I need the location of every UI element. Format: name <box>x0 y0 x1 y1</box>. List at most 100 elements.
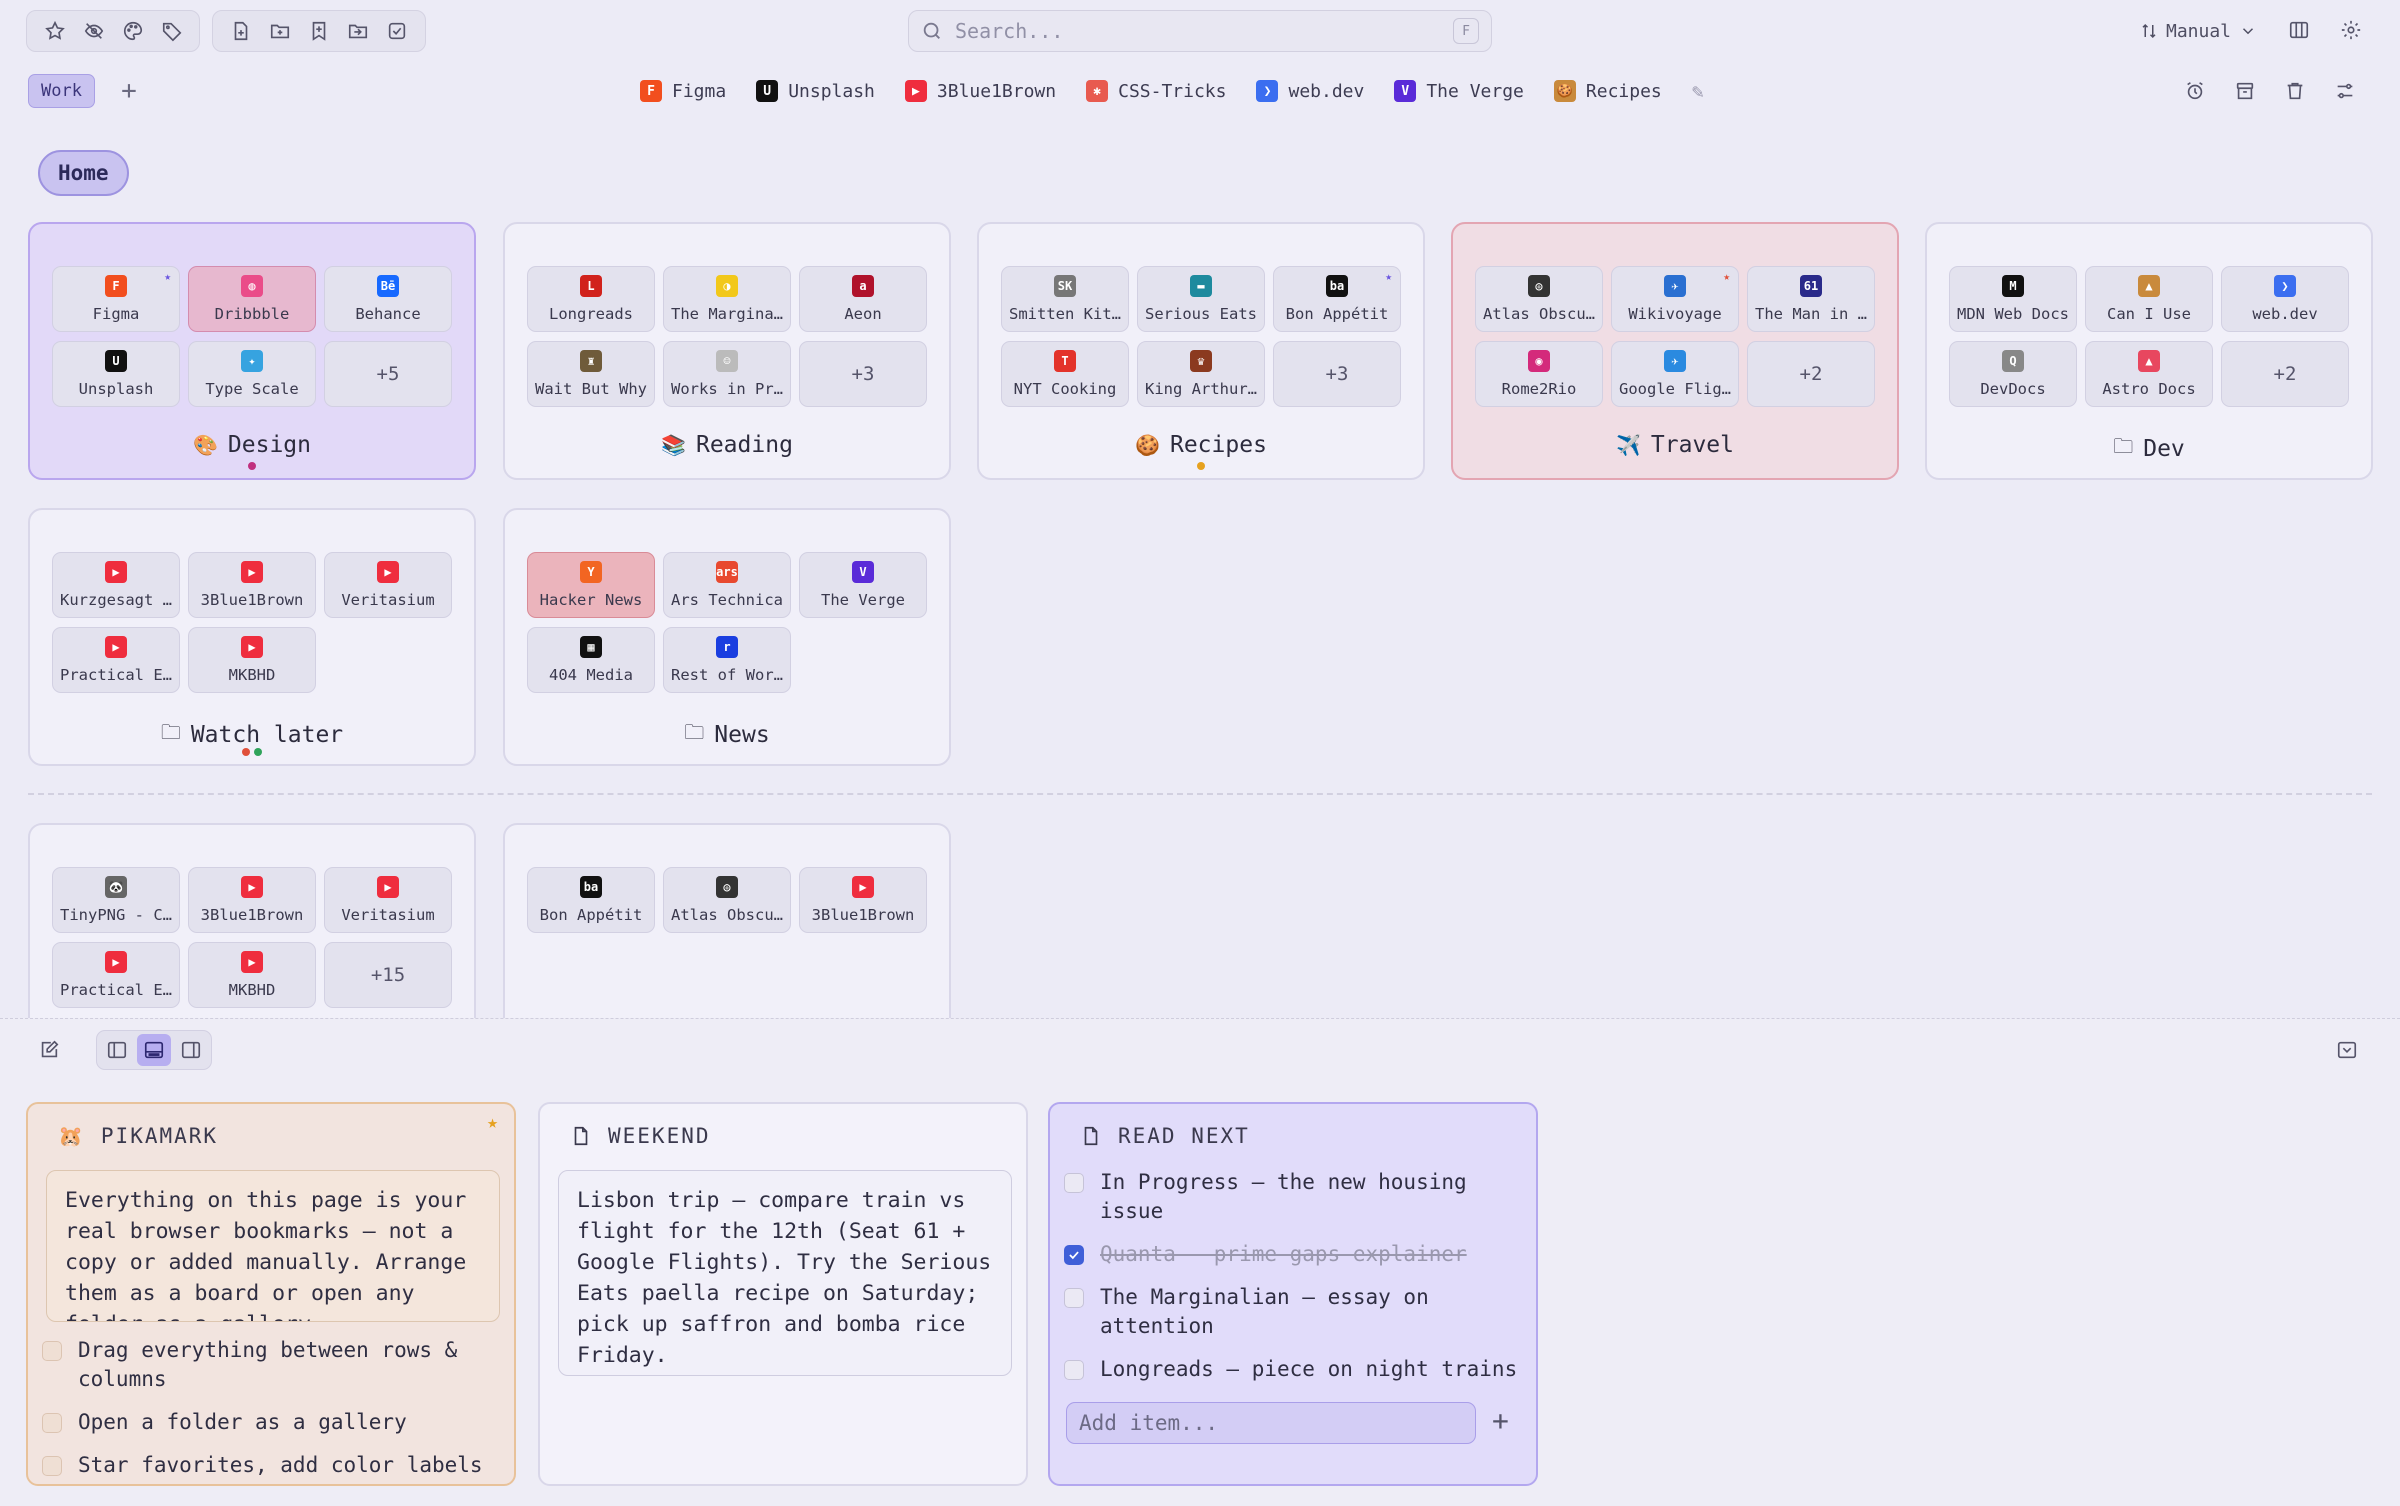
bookmark-tile[interactable]: r Rest of Wor… <box>663 627 791 693</box>
note-read-next[interactable]: READ NEXT In Progress — the new housing … <box>1048 1102 1538 1486</box>
bookmark-tile[interactable]: ▬ Serious Eats <box>1137 266 1265 332</box>
bookmark-tile[interactable]: SK Smitten Kit… <box>1001 266 1129 332</box>
bookmark-tile[interactable]: ▶ 3Blue1Brown <box>799 867 927 933</box>
bookmark-tile[interactable]: T NYT Cooking <box>1001 341 1129 407</box>
bookmark-add-icon[interactable] <box>301 13 336 49</box>
panel-bottom-icon[interactable] <box>137 1034 171 1066</box>
bookmark-tile[interactable]: ba Bon Appétit <box>527 867 655 933</box>
favorite-link[interactable]: F Figma <box>640 80 726 102</box>
bookmark-tile[interactable]: ▶ Veritasium <box>324 552 452 618</box>
bookmark-tile[interactable]: ❯ web.dev <box>2221 266 2349 332</box>
bookmark-tile[interactable]: ◎ Atlas Obscu… <box>663 867 791 933</box>
checkbox[interactable] <box>42 1413 62 1433</box>
bookmark-tile[interactable]: 61 The Man in … <box>1747 266 1875 332</box>
folder-card[interactable]: L Longreads ◑ The Margina… a Aeon ♜ Wait But Wh… <box>503 222 951 480</box>
checklist-item[interactable]: Star favorites, add color labels <box>42 1451 500 1480</box>
folder-card[interactable]: F Figma ★ ◍ Dribbble Bē Behance U Unsplash ✦ Type … <box>28 222 476 480</box>
new-folder-icon[interactable] <box>262 13 297 49</box>
more-bookmarks-tile[interactable]: +2 <box>2221 341 2349 407</box>
more-bookmarks-tile[interactable]: +15 <box>324 942 452 1008</box>
bookmark-tile[interactable]: ba Bon Appétit ★ <box>1273 266 1401 332</box>
checklist-item[interactable]: The Marginalian — essay on attention <box>1064 1283 1522 1341</box>
bookmark-tile[interactable]: ▶ Practical E… <box>52 942 180 1008</box>
folder-card[interactable]: 🐼 TinyPNG - C… ▶ 3Blue1Brown ▶ Veritasium ▶ Pra… <box>28 823 476 1033</box>
bookmark-tile[interactable]: V The Verge <box>799 552 927 618</box>
star-icon[interactable] <box>37 13 72 49</box>
checkbox[interactable] <box>1064 1245 1084 1265</box>
favorite-link[interactable]: V The Verge <box>1394 80 1524 102</box>
bookmark-tile[interactable]: 🐼 TinyPNG - C… <box>52 867 180 933</box>
bookmark-tile[interactable]: Bē Behance <box>324 266 452 332</box>
bookmark-tile[interactable]: Y Hacker News <box>527 552 655 618</box>
checkbox[interactable] <box>42 1341 62 1361</box>
sort-dropdown[interactable]: Manual <box>2140 14 2257 48</box>
more-bookmarks-tile[interactable]: +2 <box>1747 341 1875 407</box>
checklist-item[interactable]: Drag everything between rows & columns <box>42 1336 500 1394</box>
bookmark-tile[interactable]: ▶ MKBHD <box>188 627 316 693</box>
note-textarea[interactable]: Everything on this page is your real bro… <box>46 1170 500 1322</box>
bookmark-tile[interactable]: ✦ Type Scale <box>188 341 316 407</box>
checkbox[interactable] <box>42 1456 62 1476</box>
bookmark-tile[interactable]: ▶ Veritasium <box>324 867 452 933</box>
bookmark-tile[interactable]: ✈ Google Flig… <box>1611 341 1739 407</box>
more-bookmarks-tile[interactable]: +5 <box>324 341 452 407</box>
collapse-panel-icon[interactable] <box>2328 1032 2366 1068</box>
bookmark-tile[interactable]: U Unsplash <box>52 341 180 407</box>
add-item-button[interactable]: + <box>1492 1404 1509 1437</box>
checklist-item[interactable]: Longreads — piece on night trains <box>1064 1355 1522 1384</box>
bookmark-tile[interactable]: ✈ Wikivoyage ★ <box>1611 266 1739 332</box>
import-folder-icon[interactable] <box>341 13 376 49</box>
home-section-pill[interactable]: Home <box>38 150 129 196</box>
bookmark-tile[interactable]: ▲ Can I Use <box>2085 266 2213 332</box>
bookmark-tile[interactable]: Q DevDocs <box>1949 341 2077 407</box>
bookmark-tile[interactable]: ♛ King Arthur… <box>1137 341 1265 407</box>
bookmark-tile[interactable]: a Aeon <box>799 266 927 332</box>
note-pikamark[interactable]: 🐹 PIKAMARK ★ Everything on this page is … <box>26 1102 516 1486</box>
edit-pencil-icon[interactable]: ✎ <box>1692 79 1704 103</box>
add-item-input[interactable]: Add item... <box>1066 1402 1476 1444</box>
checkbox[interactable] <box>1064 1173 1084 1193</box>
checklist-item[interactable]: Open a folder as a gallery <box>42 1408 500 1437</box>
favorite-link[interactable]: U Unsplash <box>756 80 875 102</box>
bookmark-tile[interactable]: ▶ Kurzgesagt … <box>52 552 180 618</box>
bookmark-tile[interactable]: L Longreads <box>527 266 655 332</box>
checkbox[interactable] <box>1064 1360 1084 1380</box>
columns-layout-icon[interactable] <box>2280 12 2318 48</box>
bookmark-tile[interactable]: ▶ MKBHD <box>188 942 316 1008</box>
panel-left-icon[interactable] <box>100 1034 134 1066</box>
bookmark-tile[interactable]: ▶ 3Blue1Brown <box>188 867 316 933</box>
favorite-link[interactable]: ❯ web.dev <box>1256 80 1364 102</box>
panel-right-icon[interactable] <box>174 1034 208 1066</box>
bookmark-tile[interactable]: ◍ Dribbble <box>188 266 316 332</box>
add-workspace-button[interactable]: + <box>112 74 146 108</box>
bookmark-tile[interactable]: ♜ Wait But Why <box>527 341 655 407</box>
bookmark-tile[interactable]: ▲ Astro Docs <box>2085 341 2213 407</box>
checkbox[interactable] <box>1064 1288 1084 1308</box>
bookmark-tile[interactable]: ▦ 404 Media <box>527 627 655 693</box>
bookmark-tile[interactable]: M MDN Web Docs <box>1949 266 2077 332</box>
folder-card[interactable]: ▶ Kurzgesagt … ▶ 3Blue1Brown ▶ Veritasium ▶ Pra… <box>28 508 476 766</box>
alarm-icon[interactable] <box>2180 73 2210 109</box>
favorite-link[interactable]: ✱ CSS-Tricks <box>1086 80 1226 102</box>
bookmark-tile[interactable]: F Figma ★ <box>52 266 180 332</box>
bookmark-tile[interactable]: ▶ 3Blue1Brown <box>188 552 316 618</box>
workspace-tab-work[interactable]: Work <box>28 74 95 108</box>
folder-card[interactable]: M MDN Web Docs ▲ Can I Use ❯ web.dev Q DevDocs ▲… <box>1925 222 2373 480</box>
note-textarea[interactable]: Lisbon trip — compare train vs flight fo… <box>558 1170 1012 1376</box>
checklist-item[interactable]: Quanta — prime gaps explainer <box>1064 1240 1522 1269</box>
trash-icon[interactable] <box>2280 73 2310 109</box>
more-bookmarks-tile[interactable]: +3 <box>1273 341 1401 407</box>
bookmark-tile[interactable]: ▶ Practical E… <box>52 627 180 693</box>
archive-icon[interactable] <box>2230 73 2260 109</box>
bookmark-tile[interactable]: ◑ The Margina… <box>663 266 791 332</box>
palette-icon[interactable] <box>115 13 150 49</box>
bookmark-tile[interactable]: ars Ars Technica <box>663 552 791 618</box>
checklist-icon[interactable] <box>380 13 415 49</box>
search-input[interactable]: Search... F <box>908 10 1492 52</box>
sliders-icon[interactable] <box>2330 73 2360 109</box>
favorite-link[interactable]: ▶ 3Blue1Brown <box>904 80 1056 102</box>
bookmark-tile[interactable]: ◎ Atlas Obscu… <box>1475 266 1603 332</box>
settings-gear-icon[interactable] <box>2332 12 2370 48</box>
eye-off-icon[interactable] <box>76 13 111 49</box>
new-page-icon[interactable] <box>223 13 258 49</box>
